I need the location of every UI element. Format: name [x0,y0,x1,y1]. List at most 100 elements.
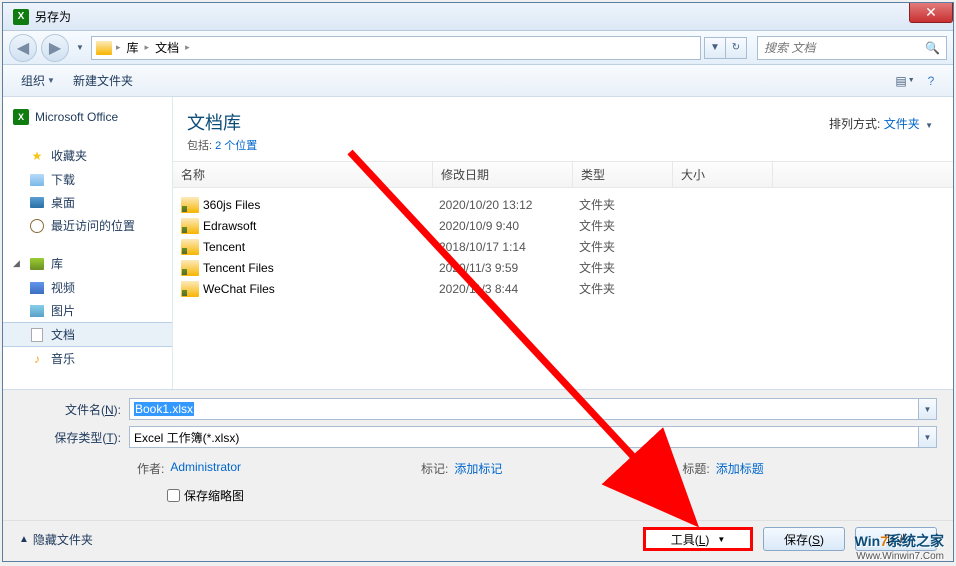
bottom-panel: 文件名(N): Book1.xlsx ▼ 保存类型(T): Excel 工作簿(… [3,389,953,520]
breadcrumb-sep: ▸ [116,42,121,53]
sidebar-documents[interactable]: 文档 [3,322,172,347]
sidebar-item-label: 库 [51,255,63,272]
file-name: Tencent [203,240,439,254]
tools-button[interactable]: 工具(L) ▼ [643,527,753,551]
folder-icon [181,197,199,213]
file-type: 文件夹 [579,196,679,213]
nav-forward-button[interactable]: ▶ [41,34,69,62]
column-date[interactable]: 修改日期 [433,162,573,187]
help-button[interactable]: ? [919,70,943,92]
file-date: 2020/10/20 13:12 [439,198,579,212]
column-type[interactable]: 类型 [573,162,673,187]
file-name: Tencent Files [203,261,439,275]
file-type: 文件夹 [579,259,679,276]
filename-input[interactable]: Book1.xlsx [129,398,919,420]
title-meta-value[interactable]: 添加标题 [716,460,764,477]
thumbnail-checkbox[interactable] [167,489,180,502]
sidebar-recent[interactable]: 最近访问的位置 [3,214,172,237]
search-box[interactable]: 🔍 [757,36,947,60]
search-icon: 🔍 [925,41,940,55]
search-input[interactable] [764,41,921,55]
library-subtitle: 包括: 2 个位置 [187,137,939,153]
sidebar-downloads[interactable]: 下载 [3,168,172,191]
sidebar-item-label: 下载 [51,171,75,188]
library-header: 文档库 包括: 2 个位置 排列方式: 文件夹 ▼ [173,97,953,161]
address-dropdown-button[interactable]: ▼ [704,37,726,59]
author-value[interactable]: Administrator [170,460,241,477]
tags-field: 标记: 添加标记 [421,460,502,477]
filetype-dropdown-button[interactable]: ▼ [919,426,937,448]
file-name: Edrawsoft [203,219,439,233]
sidebar: X Microsoft Office ★ 收藏夹 下载 桌面 最近访问的位置 [3,97,173,389]
sidebar-item-label: 音乐 [51,350,75,367]
thumbnail-row: 保存缩略图 [19,487,937,512]
cancel-button[interactable]: 取消 [855,527,937,551]
view-button[interactable]: ▤▼ [893,70,917,92]
titlebar: X 另存为 ✕ [3,3,953,31]
column-name[interactable]: 名称 [173,162,433,187]
music-icon: ♪ [29,351,45,367]
filetype-label: 保存类型(T): [19,429,129,446]
organize-button[interactable]: 组织 ▼ [13,68,63,93]
sidebar-item-label: Microsoft Office [35,110,118,124]
tags-value[interactable]: 添加标记 [454,460,502,477]
thumbnail-label: 保存缩略图 [184,487,244,504]
window-title: 另存为 [35,8,71,25]
tools-label: 工具(L) [671,531,710,548]
file-date: 2018/10/17 1:14 [439,240,579,254]
sidebar-desktop[interactable]: 桌面 [3,191,172,214]
tags-label: 标记: [421,460,448,477]
new-folder-label: 新建文件夹 [73,72,133,89]
arrange-value[interactable]: 文件夹 ▼ [884,117,933,131]
breadcrumb-item[interactable]: 文档 [153,39,181,56]
sidebar-item-label: 桌面 [51,194,75,211]
close-button[interactable]: ✕ [909,3,953,23]
save-button[interactable]: 保存(S) [763,527,845,551]
file-type: 文件夹 [579,217,679,234]
address-bar[interactable]: ▸ 库 ▸ 文档 ▸ [91,36,701,60]
sidebar-item-label: 图片 [51,302,75,319]
filename-value: Book1.xlsx [134,402,194,416]
nav-history-dropdown[interactable]: ▼ [73,36,87,60]
new-folder-button[interactable]: 新建文件夹 [65,68,141,93]
breadcrumb-sep: ▸ [185,42,190,53]
refresh-button[interactable]: ↻ [725,37,747,59]
sidebar-ms-office[interactable]: X Microsoft Office [3,105,172,129]
excel-icon: X [13,9,29,25]
folder-icon [181,218,199,234]
sidebar-item-label: 文档 [51,326,75,343]
author-label: 作者: [137,460,164,477]
file-row[interactable]: Tencent2018/10/17 1:14文件夹 [173,236,953,257]
sidebar-pictures[interactable]: 图片 [3,299,172,322]
body-area: X Microsoft Office ★ 收藏夹 下载 桌面 最近访问的位置 [3,97,953,389]
column-size[interactable]: 大小 [673,162,773,187]
nav-back-button[interactable]: ◀ [9,34,37,62]
sidebar-music[interactable]: ♪ 音乐 [3,347,172,370]
sidebar-videos[interactable]: 视频 [3,276,172,299]
includes-link[interactable]: 2 个位置 [215,140,257,152]
address-buttons: ▼ ↻ [705,37,747,59]
save-as-dialog: X 另存为 ✕ ◀ ▶ ▼ ▸ 库 ▸ 文档 ▸ ▼ ↻ 🔍 组织 ▼ 新建文件 [2,2,954,562]
filename-dropdown-button[interactable]: ▼ [919,398,937,420]
chevron-down-icon: ▼ [925,121,933,130]
sidebar-libraries[interactable]: ◢ 库 [3,251,172,276]
breadcrumb-item[interactable]: 库 [125,39,141,56]
file-row[interactable]: 360js Files2020/10/20 13:12文件夹 [173,194,953,215]
library-icon [30,258,44,270]
toolbar: 组织 ▼ 新建文件夹 ▤▼ ? [3,65,953,97]
chevron-up-icon: ▲ [19,534,29,545]
navbar: ◀ ▶ ▼ ▸ 库 ▸ 文档 ▸ ▼ ↻ 🔍 [3,31,953,65]
title-field: 标题: 添加标题 [682,460,763,477]
folder-icon [96,41,112,55]
file-row[interactable]: Edrawsoft2020/10/9 9:40文件夹 [173,215,953,236]
filetype-value: Excel 工作簿(*.xlsx) [134,429,239,446]
file-row[interactable]: WeChat Files2020/11/3 8:44文件夹 [173,278,953,299]
metadata-row: 作者: Administrator 标记: 添加标记 标题: 添加标题 [19,454,937,487]
file-type: 文件夹 [579,238,679,255]
includes-label: 包括: [187,140,212,152]
sidebar-favorites[interactable]: ★ 收藏夹 [3,143,172,168]
filetype-select[interactable]: Excel 工作簿(*.xlsx) [129,426,919,448]
hide-folders-button[interactable]: ▲ 隐藏文件夹 [19,531,93,548]
file-row[interactable]: Tencent Files2020/11/3 9:59文件夹 [173,257,953,278]
collapse-icon[interactable]: ◢ [13,258,23,269]
